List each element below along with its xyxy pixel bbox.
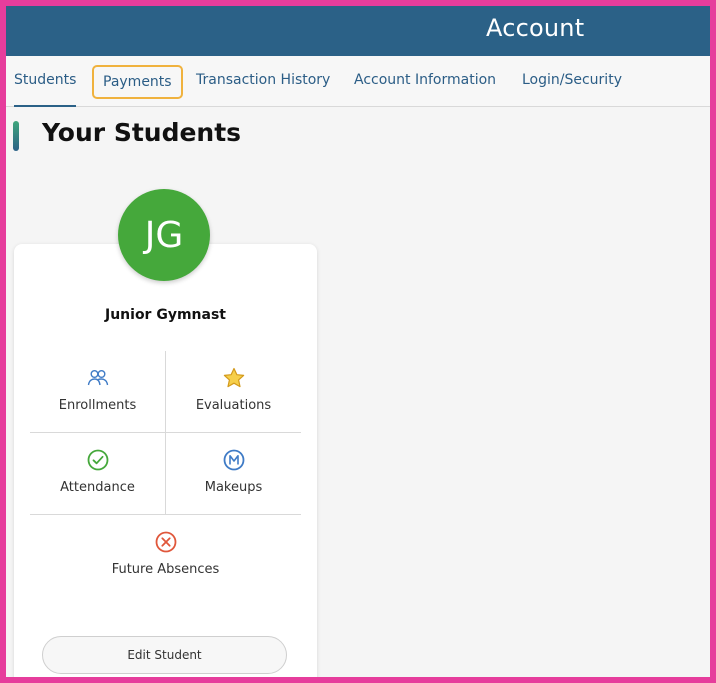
- tab-transaction-history[interactable]: Transaction History: [196, 56, 330, 107]
- tab-payments[interactable]: Payments: [92, 65, 183, 99]
- tab-account-information[interactable]: Account Information: [354, 56, 496, 107]
- enrollments-label: Enrollments: [58, 398, 137, 413]
- attendance-action[interactable]: Attendance: [30, 448, 165, 495]
- page-title: Your Students: [42, 118, 242, 147]
- evaluations-action[interactable]: Evaluations: [166, 366, 301, 413]
- student-card: Junior Gymnast Enrollments Evaluations A…: [14, 244, 317, 677]
- attendance-label: Attendance: [60, 480, 135, 495]
- student-avatar: JG: [118, 189, 210, 281]
- student-name: Junior Gymnast: [105, 307, 226, 323]
- tab-login-security[interactable]: Login/Security: [522, 56, 622, 107]
- makeups-action[interactable]: Makeups: [166, 448, 301, 495]
- check-circle-icon: [87, 449, 108, 471]
- app-frame: Account Students Payments Transaction Hi…: [0, 0, 716, 683]
- makeup-m-icon: [223, 449, 244, 471]
- header-title: Account: [486, 14, 585, 42]
- x-circle-icon: [155, 531, 176, 553]
- evaluations-label: Evaluations: [195, 398, 272, 413]
- app-header: Account: [6, 6, 710, 56]
- tab-students[interactable]: Students: [14, 56, 77, 107]
- edit-student-button[interactable]: Edit Student: [42, 636, 287, 674]
- people-icon: [87, 369, 108, 386]
- future-absences-action[interactable]: Future Absences: [30, 530, 301, 577]
- grid-divider-horizontal: [30, 514, 301, 515]
- star-icon: [223, 367, 244, 388]
- tab-bar: Students Payments Transaction History Ac…: [6, 56, 710, 107]
- grid-divider-horizontal: [30, 432, 301, 433]
- makeups-label: Makeups: [204, 480, 263, 495]
- future-absences-label: Future Absences: [111, 562, 220, 577]
- enrollments-action[interactable]: Enrollments: [30, 366, 165, 413]
- title-accent-bar: [13, 121, 19, 151]
